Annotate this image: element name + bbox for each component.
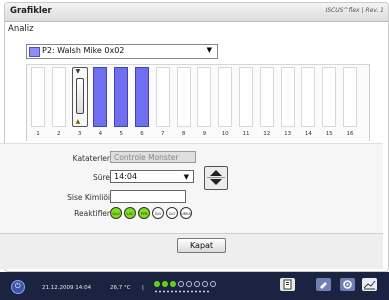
status-dot-4 — [178, 281, 184, 287]
reagent-toggle-pyr[interactable]: PYR — [138, 207, 150, 219]
slot-bar-14[interactable] — [301, 67, 316, 127]
window-title: Grafikler — [10, 6, 52, 16]
slot-bar-3[interactable]: ▼ ▲ — [71, 67, 88, 127]
slot-indicator-strip — [154, 290, 210, 293]
slot-label-13: 13 — [284, 131, 292, 137]
status-dot-5 — [186, 281, 192, 287]
slot-label-3: 3 — [77, 131, 82, 137]
analysis-select-value: P2: Walsh Mike 0x02 — [42, 46, 125, 55]
slot-label-15: 15 — [325, 131, 333, 137]
chart-icon[interactable] — [362, 278, 377, 291]
time-stepper[interactable] — [204, 166, 228, 190]
title-bar: Grafikler ISCUS^flex | Rev. 1 — [5, 3, 388, 22]
time-dropdown-arrow-icon: ▼ — [183, 173, 189, 181]
slot-label-12: 12 — [263, 131, 271, 137]
selected-top-marker-icon: ▼ — [75, 68, 81, 75]
step-down-icon[interactable] — [210, 179, 222, 185]
catheter-label: Kataterler — [72, 154, 110, 163]
slot-bar-13[interactable] — [280, 67, 295, 127]
slot-chart: 1 2 ▼ ▲ 3 4 5 6 7 8 9 10 11 12 13 14 15 16 — [26, 64, 370, 141]
reagent-toggle-glt[interactable]: GLT — [166, 207, 178, 219]
slot-bar-7[interactable] — [155, 67, 170, 127]
time-select[interactable]: 14:04 ▼ — [110, 170, 194, 183]
slot-bar-2[interactable] — [51, 67, 66, 127]
status-dot-6 — [194, 281, 200, 287]
slot-bar-4[interactable] — [93, 67, 108, 127]
slot-label-9: 9 — [202, 131, 207, 137]
slot-bar-12[interactable] — [259, 67, 274, 127]
step-up-icon[interactable] — [210, 170, 222, 176]
reagent-toggle-glu[interactable]: GLU — [110, 207, 122, 219]
slot-bar-16[interactable] — [343, 67, 357, 127]
status-temperature: 26,7 °C — [110, 285, 131, 291]
slot-label-7: 7 — [161, 131, 165, 137]
slot-label-6: 6 — [140, 131, 144, 137]
brand-label: ISCUS^flex | Rev. 1 — [325, 7, 384, 14]
status-dot-2 — [162, 281, 168, 287]
slot-bar-6[interactable] — [135, 67, 149, 127]
slot-label-5: 5 — [119, 131, 123, 137]
slot-bar-1[interactable] — [31, 67, 45, 127]
slot-label-10: 10 — [221, 131, 229, 137]
settings-icon[interactable] — [340, 278, 355, 291]
slot-label-4: 4 — [98, 131, 103, 137]
slot-bar-8[interactable] — [176, 67, 191, 127]
status-dot-8 — [210, 281, 216, 287]
bottle-id-input[interactable] — [110, 190, 186, 203]
slot-bar-9[interactable] — [197, 67, 212, 127]
reagent-toggle-gly[interactable]: GLY — [152, 207, 164, 219]
slot-label-16: 16 — [346, 131, 354, 137]
slot-label-11: 11 — [242, 131, 250, 137]
status-datetime: 21.12.2009 14:04 — [42, 285, 92, 291]
tool-icon[interactable] — [316, 278, 331, 291]
reagents-label: Reaktifler — [74, 209, 110, 218]
slot-label-14: 14 — [304, 131, 312, 137]
status-dot-3 — [170, 281, 176, 287]
time-select-value: 14:04 — [114, 172, 138, 181]
analysis-heading: Analiz — [8, 24, 34, 34]
slot-bar-10[interactable] — [218, 67, 233, 127]
time-label: Süre — [92, 173, 110, 182]
dropdown-arrow-icon: ▼ — [206, 46, 212, 54]
slot-label-8: 8 — [181, 131, 186, 137]
power-icon[interactable]: ⏻ — [11, 280, 25, 294]
slot-bar-15[interactable] — [322, 67, 337, 127]
slot-bar-11[interactable] — [239, 67, 253, 127]
stepper-divider — [207, 177, 225, 178]
bottle-id-label: Sise Kimliöi — [67, 193, 110, 202]
catheter-field: Controle Monster — [110, 151, 196, 163]
reagent-toggle-lac[interactable]: LAC — [124, 207, 136, 219]
slot-label-1: 1 — [36, 131, 40, 137]
reagent-toggle-urea[interactable]: UREA — [180, 207, 192, 219]
selected-bottom-marker-icon: ▲ — [75, 118, 81, 125]
analysis-select[interactable]: P2: Walsh Mike 0x02 ▼ — [26, 44, 218, 59]
close-button[interactable]: Kapat — [177, 238, 226, 253]
status-dot-7 — [202, 281, 208, 287]
status-dot-1 — [154, 281, 160, 287]
color-swatch — [29, 47, 40, 57]
export-icon[interactable] — [280, 278, 295, 291]
status-separator: | — [142, 285, 144, 291]
slot-bar-5[interactable] — [114, 67, 129, 127]
slot-label-2: 2 — [57, 131, 61, 137]
selected-slot-indicator — [75, 78, 84, 114]
